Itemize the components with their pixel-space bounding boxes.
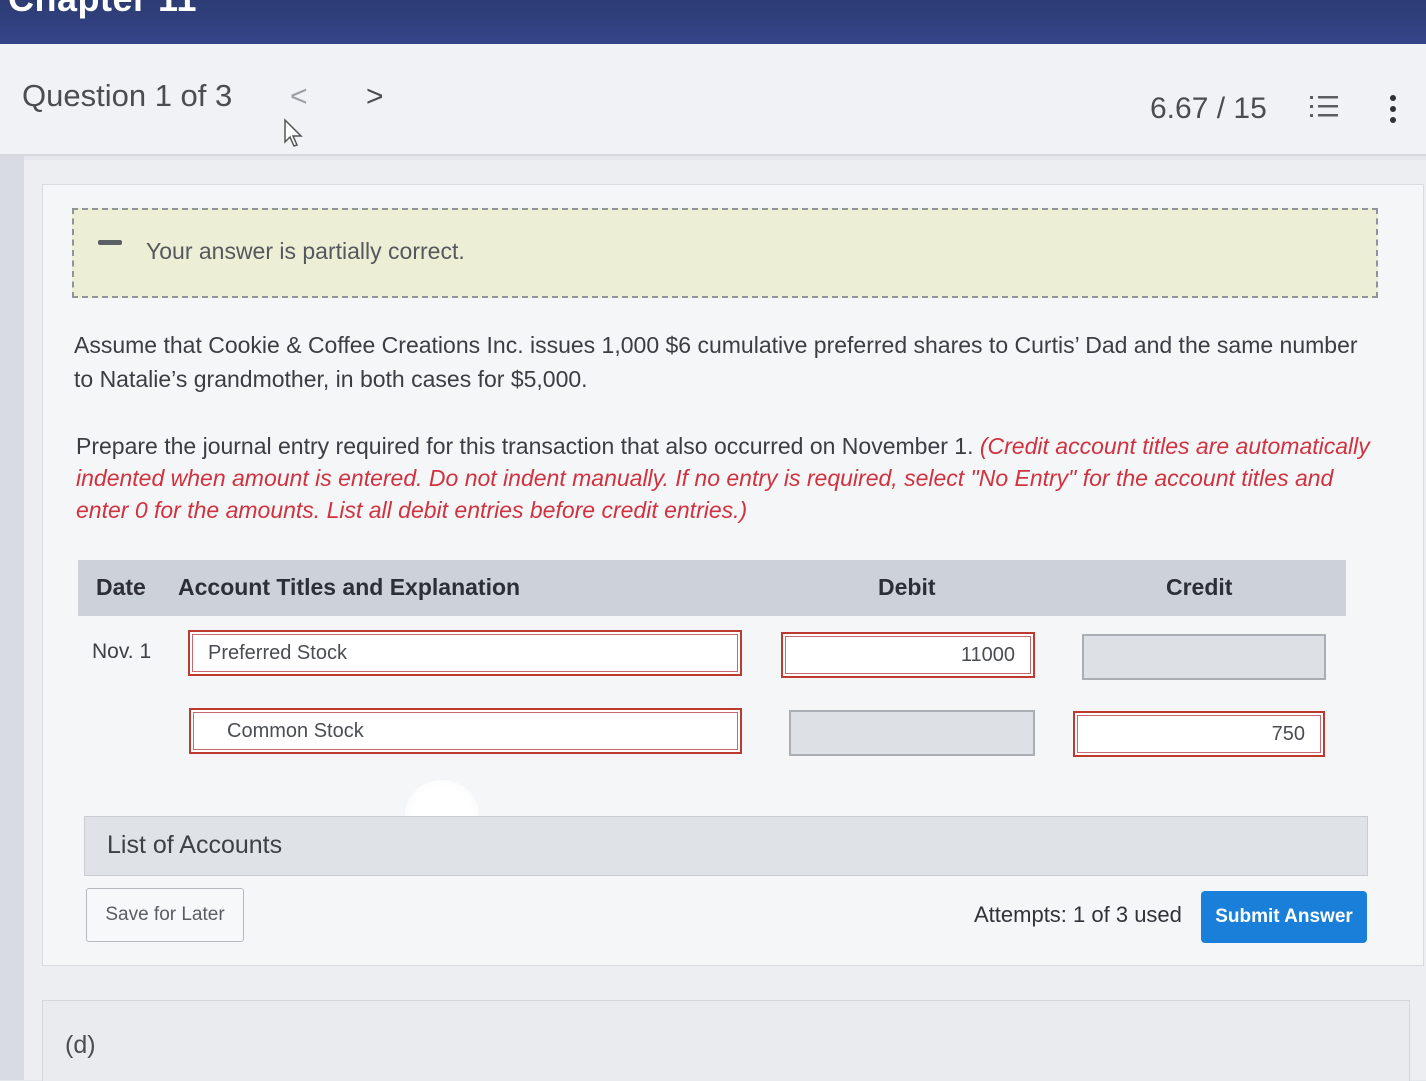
debit-field[interactable]: [789, 710, 1035, 756]
chapter-title: Chapter 11: [8, 0, 197, 20]
next-part-card: (d): [42, 1000, 1410, 1081]
submit-answer-button[interactable]: Submit Answer: [1201, 891, 1367, 943]
kebab-menu-icon[interactable]: [1386, 94, 1400, 129]
credit-field[interactable]: [1082, 634, 1326, 680]
feedback-text: Your answer is partially correct.: [146, 238, 465, 264]
account-title-field[interactable]: Common Stock: [189, 708, 742, 754]
chevron-left-icon[interactable]: <: [290, 80, 308, 114]
part-label: (d): [65, 1031, 96, 1059]
question-text: Assume that Cookie & Coffee Creations In…: [74, 332, 1358, 392]
question-counter: Question 1 of 3: [22, 78, 233, 113]
question-header: Question 1 of 3 < > 6.67 / 15: [0, 44, 1426, 156]
list-of-accounts-label: List of Accounts: [107, 831, 283, 859]
save-for-later-button[interactable]: Save for Later: [86, 888, 244, 942]
score-display: 6.67 / 15: [1150, 92, 1267, 125]
instruction-text: Prepare the journal entry required for t…: [76, 430, 1386, 526]
credit-field[interactable]: 750: [1073, 711, 1325, 757]
table-header: Date Account Titles and Explanation Debi…: [78, 560, 1346, 616]
col-credit: Credit: [1166, 574, 1233, 600]
instruction-plain: Prepare the journal entry required for t…: [76, 433, 980, 459]
chevron-right-icon[interactable]: >: [366, 80, 384, 114]
partial-indicator-icon: [98, 240, 122, 245]
debit-field[interactable]: 11000: [781, 632, 1035, 678]
col-date: Date: [96, 574, 146, 600]
col-debit: Debit: [878, 574, 936, 600]
feedback-box: Your answer is partially correct.: [72, 208, 1378, 298]
list-of-accounts-toggle[interactable]: List of Accounts: [84, 816, 1368, 876]
list-icon[interactable]: [1310, 94, 1340, 125]
attempts-text: Attempts: 1 of 3 used: [974, 902, 1182, 927]
row-date: Nov. 1: [92, 640, 152, 663]
mouse-pointer-icon: [283, 118, 305, 153]
top-bar: Chapter 11: [0, 0, 1426, 44]
left-gutter: [0, 156, 24, 1080]
account-title-field[interactable]: Preferred Stock: [188, 630, 742, 676]
col-account: Account Titles and Explanation: [178, 574, 521, 600]
